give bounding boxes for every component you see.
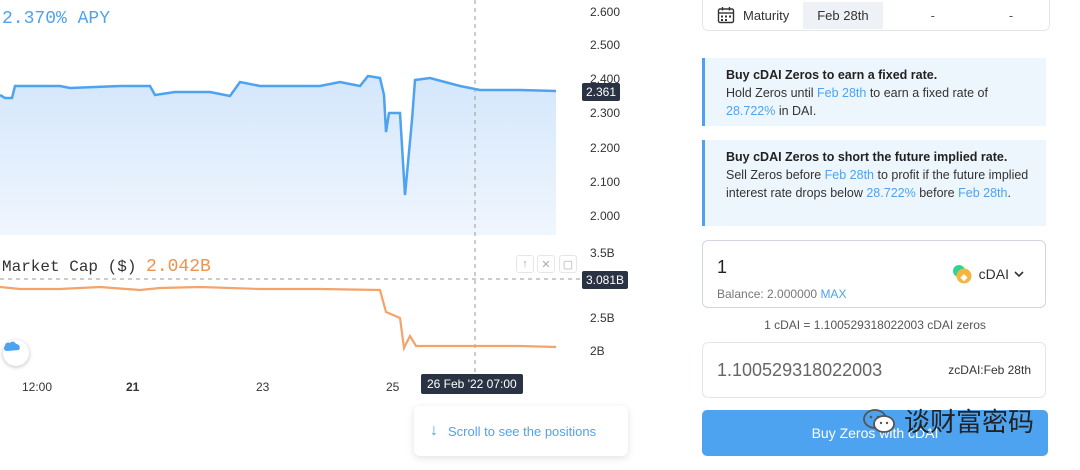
maturity-row: Maturity Feb 28th - - — [702, 0, 1050, 31]
chart-panel[interactable]: 2.370% APY Market Cap ($) 2.042B 2.600 2… — [0, 0, 640, 470]
calendar-icon — [717, 7, 735, 24]
info-short-text: Sell Zeros before Feb 28th to profit if … — [726, 166, 1034, 202]
info-text: Hold Zeros until — [726, 86, 818, 100]
apy-tick: 2.300 — [590, 106, 621, 120]
cdai-token-icon: ◈ — [952, 265, 972, 284]
apy-tick: 2.600 — [590, 5, 621, 19]
crosshair-time-tag: 26 Feb '22 07:00 — [421, 374, 523, 394]
pane-close-button[interactable]: ✕ — [537, 255, 555, 273]
watermark-text: 谈财富密码 — [904, 407, 1035, 437]
apy-tick: 2.000 — [590, 209, 621, 223]
cloud-icon — [3, 341, 20, 351]
x-axis-label: 25 — [386, 380, 400, 394]
mcap-current-tag: 3.081B — [582, 271, 629, 289]
arrow-down-icon: ↓ — [430, 422, 438, 439]
apy-tick: 2.200 — [590, 141, 621, 155]
apy-label: 2.370% APY — [2, 9, 111, 29]
mcap-line — [0, 285, 557, 352]
x-axis-label: 21 — [126, 380, 140, 394]
info-date: Feb 28th — [958, 186, 1008, 200]
info-date: Feb 28th — [817, 86, 867, 100]
info-date: Feb 28th — [824, 168, 875, 182]
mcap-tick: 3.5B — [590, 246, 615, 260]
apy-area — [0, 76, 556, 235]
info-fixed-rate: Buy cDAI Zeros to earn a fixed rate. Hol… — [702, 58, 1046, 126]
balance-text: Balance: 2.000000 — [717, 287, 818, 301]
max-button[interactable]: MAX — [820, 287, 846, 301]
x-axis-label: 12:00 — [22, 380, 53, 394]
output-token: zcDAI:Feb 28th — [948, 363, 1031, 377]
scroll-hint-text: Scroll to see the positions — [448, 423, 597, 439]
maturity-option-empty[interactable]: - — [1009, 8, 1013, 23]
token-name: cDAI — [978, 266, 1009, 282]
tradingview-logo-icon[interactable] — [3, 340, 29, 366]
info-short-heading: Buy cDAI Zeros to short the future impli… — [726, 150, 1008, 164]
maturity-option-empty[interactable]: - — [931, 8, 935, 23]
info-rate: 28.722% — [866, 186, 916, 200]
apy-tick: 2.100 — [590, 175, 621, 189]
token-select[interactable]: ◈ cDAI — [951, 263, 1025, 285]
maturity-label: Maturity — [743, 7, 790, 23]
mcap-label: Market Cap ($) 2.042B — [2, 257, 211, 277]
output-amount: 1.100529318022003 — [717, 360, 883, 380]
wechat-icon — [863, 408, 895, 433]
chart-svg — [0, 0, 580, 374]
apy-tick: 2.500 — [590, 38, 621, 52]
conversion-rate: 1 cDAI = 1.100529318022003 cDAI zeros — [764, 318, 986, 332]
info-fixed-heading: Buy cDAI Zeros to earn a fixed rate. — [726, 68, 938, 82]
mcap-tick: 2B — [590, 344, 605, 358]
svg-text:◈: ◈ — [959, 272, 968, 282]
scroll-hint-card[interactable]: ↓ Scroll to see the positions — [414, 406, 628, 456]
mcap-tick: 2.5B — [590, 311, 615, 325]
apy-current-tag: 2.361 — [582, 83, 621, 101]
info-short-rate: Buy cDAI Zeros to short the future impli… — [702, 140, 1046, 226]
info-text: in DAI. — [775, 104, 817, 118]
info-text: Sell Zeros before — [726, 168, 825, 182]
pane-move-up-button[interactable]: ↑ — [516, 255, 534, 273]
output-box: 1.100529318022003 zcDAI:Feb 28th — [702, 342, 1046, 398]
chevron-down-icon — [1014, 271, 1024, 278]
mcap-value: 2.042B — [146, 257, 211, 277]
info-text: . — [1007, 186, 1011, 200]
info-rate: 28.722% — [726, 104, 776, 118]
watermark: 谈财富密码 — [862, 402, 1034, 439]
amount-input-box[interactable]: 1 Balance: 2.000000 MAX ◈ cDAI — [702, 240, 1046, 308]
info-fixed-text: Hold Zeros until Feb 28th to earn a fixe… — [726, 84, 1034, 120]
maturity-option-feb-28th[interactable]: Feb 28th — [803, 1, 883, 29]
mcap-title: Market Cap ($) — [2, 258, 137, 276]
info-text: to earn a fixed rate of — [866, 86, 988, 100]
x-axis-label: 23 — [256, 380, 270, 394]
balance-line: Balance: 2.000000 MAX — [717, 287, 846, 301]
pane-maximize-button[interactable]: ▢ — [559, 255, 577, 273]
amount-input[interactable]: 1 — [717, 257, 727, 278]
info-text: before — [915, 186, 959, 200]
